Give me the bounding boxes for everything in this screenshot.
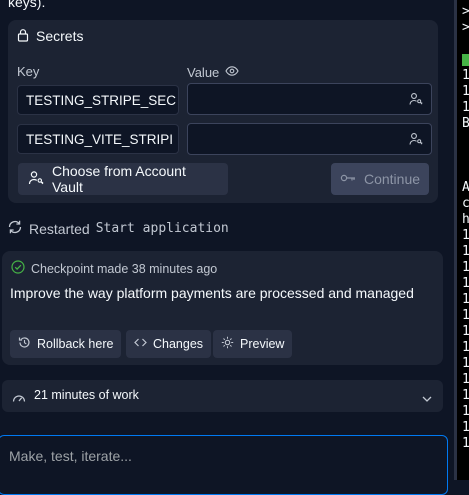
console-line: 1 — [462, 244, 469, 259]
key-icon — [340, 171, 356, 187]
console-line: 1 — [462, 84, 469, 99]
preview-icon — [221, 336, 234, 352]
continue-button[interactable]: Continue — [331, 163, 429, 195]
console-line: 1 — [462, 292, 469, 307]
checkpoint-time: Checkpoint made 38 minutes ago — [31, 261, 218, 276]
checkpoint-message: Improve the way platform payments are pr… — [10, 285, 414, 301]
secrets-header: Secrets — [16, 20, 83, 52]
console-line: 1 — [462, 420, 469, 435]
console-pane: > > 1 1 1 B A c h 1 1 1 1 1 1 1 1 1 1 1 … — [457, 0, 469, 480]
console-line: 1 — [462, 372, 469, 387]
console-line: 1 — [462, 404, 469, 419]
previous-message-tail: keys). — [8, 0, 46, 10]
console-line: 1 — [462, 228, 469, 243]
console-line: 1 — [462, 356, 469, 371]
eye-icon[interactable] — [225, 64, 239, 81]
console-line: 1 — [462, 324, 469, 339]
checkpoint-card: Checkpoint made 38 minutes ago Improve t… — [2, 251, 443, 365]
vault-button-label: Choose from Account Vault — [52, 163, 186, 195]
console-line: 1 — [462, 100, 469, 115]
preview-label: Preview — [240, 337, 285, 351]
person-key-icon — [28, 170, 44, 189]
checkpoint-header: Checkpoint made 38 minutes ago — [11, 260, 217, 277]
console-line: h — [462, 212, 469, 227]
check-circle-icon — [11, 260, 25, 277]
continue-button-label: Continue — [363, 171, 421, 187]
gauge-icon — [12, 390, 26, 402]
changes-label: Changes — [153, 337, 204, 351]
secret-value-field[interactable] — [187, 123, 432, 155]
chat-input-placeholder: Make, test, iterate... — [9, 448, 132, 464]
work-summary-toggle[interactable]: 21 minutes of work — [2, 380, 443, 412]
console-line: 1 — [462, 308, 469, 323]
chevron-down-icon — [421, 391, 433, 402]
secret-key-field[interactable]: TESTING_VITE_STRIPI — [17, 124, 179, 154]
restart-command: Start application — [95, 221, 229, 236]
console-line: 1 — [462, 276, 469, 291]
code-icon — [134, 336, 147, 352]
value-header-label: Value — [187, 65, 220, 80]
key-column-header: Key — [17, 64, 39, 79]
secret-key-field[interactable]: TESTING_STRIPE_SEC — [17, 85, 179, 115]
rollback-icon — [18, 336, 31, 352]
console-line: A — [462, 180, 469, 195]
rollback-label: Rollback here — [37, 337, 114, 351]
key-header-label: Key — [17, 64, 40, 79]
rollback-button[interactable]: Rollback here — [10, 330, 122, 358]
console-line: > — [462, 20, 469, 35]
console-line: 1 — [462, 260, 469, 275]
console-line: 1 — [462, 68, 469, 83]
console-line: B — [462, 116, 469, 131]
value-column-header: Value — [187, 64, 239, 81]
console-line: c — [462, 196, 469, 211]
console-line: > — [462, 4, 469, 19]
changes-button[interactable]: Changes — [126, 330, 212, 358]
restart-icon — [7, 219, 23, 238]
chat-input[interactable]: Make, test, iterate... — [0, 435, 448, 495]
secret-value-field[interactable] — [187, 83, 432, 115]
work-duration-label: 21 minutes of work — [34, 388, 139, 402]
person-key-icon[interactable] — [409, 92, 423, 106]
console-line: 1 — [462, 340, 469, 355]
restart-status: Restarted Start application — [7, 219, 229, 238]
console-line: 1 — [462, 436, 469, 451]
preview-button[interactable]: Preview — [213, 330, 293, 358]
console-line: 1 — [462, 388, 469, 403]
person-key-icon[interactable] — [409, 132, 423, 146]
secrets-card: Secrets Key Value TESTING_STRIPE_SEC TES… — [8, 20, 438, 203]
restart-status-label: Restarted — [29, 220, 90, 237]
agent-chat-panel: keys). Secrets Key Value TESTING_STRIPE_… — [0, 0, 454, 495]
lock-icon — [16, 28, 30, 45]
choose-from-vault-button[interactable]: Choose from Account Vault — [18, 163, 228, 195]
secrets-title: Secrets — [36, 28, 84, 44]
